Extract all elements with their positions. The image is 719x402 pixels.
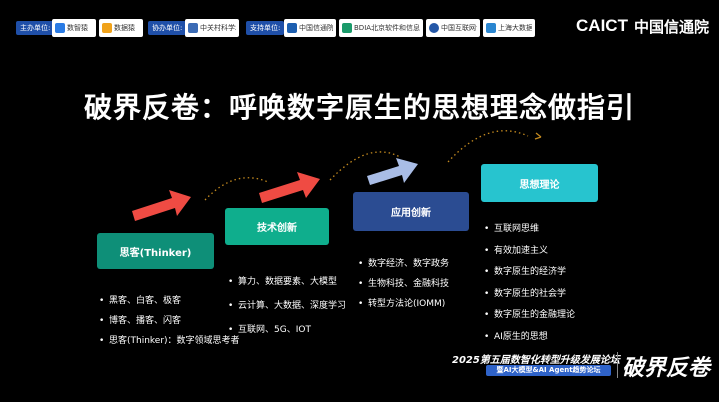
tech-list: 算力、数据要素、大模型 云计算、大数据、深度学习 互联网、5G、IOT (228, 270, 346, 342)
stage-theory-box: 思想理论 (481, 164, 598, 202)
list-item: 有效加速主义 (484, 241, 575, 263)
list-item: 数字原生的社会学 (484, 284, 575, 306)
dotted-arc-3 (447, 130, 529, 163)
list-item: 算力、数据要素、大模型 (228, 270, 346, 294)
list-item: 思客(Thinker)：数字领域思考者 (99, 331, 240, 351)
list-item: 互联网思维 (484, 219, 575, 241)
dotted-tail-3 (534, 132, 542, 140)
theory-list: 互联网思维 有效加速主义 数字原生的经济学 数字原生的社会学 数字原生的金融理论… (484, 219, 575, 348)
theme-brand: 破界反卷 (622, 356, 711, 381)
stage-tech-innovation-box: 技术创新 (225, 208, 329, 245)
forum-subtitle: 暨AI大模型&AI Agent趋势论坛 (486, 365, 611, 376)
list-item: 博客、播客、闪客 (99, 311, 240, 331)
forum-title: 2025第五届数智化转型升级发展论坛 (452, 355, 620, 366)
blue-arrow-icon (367, 158, 418, 185)
red-arrow-1-icon (132, 190, 191, 221)
list-item: AI原生的思想 (484, 327, 575, 349)
thinker-list: 黑客、白客、极客 博客、播客、闪客 思客(Thinker)：数字领域思考者 (99, 291, 240, 351)
list-item: 数字原生的经济学 (484, 262, 575, 284)
list-item: 互联网、5G、IOT (228, 318, 346, 342)
list-item: 数字原生的金融理论 (484, 305, 575, 327)
list-item: 黑客、白客、极客 (99, 291, 240, 311)
dotted-arc-1 (204, 177, 269, 201)
app-list: 数字经济、数字政务 生物科技、金融科技 转型方法论(IOMM) (358, 254, 449, 314)
stage-app-innovation-box: 应用创新 (353, 192, 469, 231)
red-arrow-2-icon (259, 172, 320, 203)
list-item: 云计算、大数据、深度学习 (228, 294, 346, 318)
stage-thinker-box: 思客(Thinker) (97, 233, 214, 269)
footer-divider (617, 352, 618, 378)
list-item: 生物科技、金融科技 (358, 274, 449, 294)
list-item: 转型方法论(IOMM) (358, 294, 449, 314)
list-item: 数字经济、数字政务 (358, 254, 449, 274)
